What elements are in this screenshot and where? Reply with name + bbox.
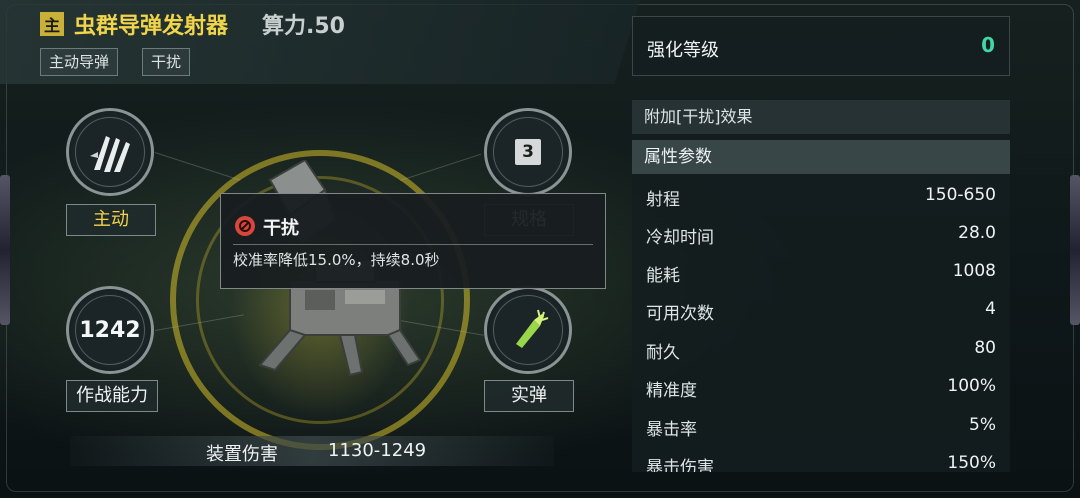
attr-key: 能耗 — [646, 266, 680, 286]
spec-count: 3 — [515, 139, 541, 165]
item-header: 主 虫群导弹发射器 算力.50 主动导弹 干扰 — [0, 0, 640, 86]
claw-icon — [90, 136, 130, 172]
attr-row-uses: 可用次数 4 — [632, 291, 1010, 329]
attr-key: 暴击伤害 — [646, 458, 714, 472]
extra-effect-text: 附加[干扰]效果 — [632, 100, 1010, 134]
attr-row-range: 射程 150-650 — [632, 177, 1010, 215]
attribute-header: 属性参数 — [632, 140, 1010, 174]
attribute-panel[interactable]: 附加[干扰]效果 属性参数 射程 150-650 冷却时间 28.0 能耗 10… — [632, 100, 1010, 472]
attr-value: 80 — [974, 338, 996, 358]
attr-key: 耐久 — [646, 343, 680, 363]
tooltip-title: 干扰 — [263, 218, 299, 239]
item-title: 虫群导弹发射器 — [74, 14, 229, 39]
attr-row-durability: 耐久 80 — [632, 330, 1010, 368]
attr-key: 射程 — [646, 190, 680, 210]
attr-key: 精准度 — [646, 381, 697, 401]
attr-value: 28.0 — [958, 223, 996, 243]
device-damage-bar — [70, 436, 554, 466]
tooltip-divider — [233, 244, 593, 245]
attr-row-crit-damage: 暴击伤害 150% — [632, 445, 1010, 472]
enhance-level-value: 0 — [981, 33, 995, 57]
bullet-icon — [516, 309, 549, 348]
device-damage-label: 装置伤害 — [206, 444, 278, 465]
active-node[interactable] — [66, 108, 154, 196]
right-edge-handle — [1070, 175, 1080, 325]
ammo-label: 实弹 — [484, 380, 574, 412]
interference-icon — [235, 216, 255, 236]
combat-power-label: 作战能力 — [66, 380, 158, 412]
left-edge-handle — [0, 175, 10, 325]
attr-value: 4 — [985, 299, 996, 319]
tooltip-description: 校准率降低15.0%，持续8.0秒 — [233, 251, 440, 269]
interference-tooltip: 干扰 校准率降低15.0%，持续8.0秒 — [220, 193, 606, 289]
attr-value: 150-650 — [924, 185, 996, 205]
power-value: 算力.50 — [262, 14, 345, 39]
attr-key: 冷却时间 — [646, 228, 714, 248]
attr-row-crit-rate: 暴击率 5% — [632, 407, 1010, 445]
attr-key: 暴击率 — [646, 420, 697, 440]
attr-row-accuracy: 精准度 100% — [632, 368, 1010, 406]
main-slot-badge: 主 — [40, 12, 64, 36]
attr-row-energy: 能耗 1008 — [632, 253, 1010, 291]
ammo-node[interactable] — [484, 286, 572, 374]
attr-key: 可用次数 — [646, 304, 714, 324]
enhance-level-box[interactable]: 强化等级 0 — [632, 16, 1010, 76]
combat-power-node[interactable]: 1242 — [66, 286, 154, 374]
tag-interference: 干扰 — [142, 48, 191, 76]
attr-value: 1008 — [952, 261, 996, 281]
device-damage-value: 1130-1249 — [328, 440, 427, 461]
combat-power-value: 1242 — [79, 317, 141, 343]
active-label: 主动 — [66, 204, 156, 236]
attr-value: 5% — [969, 415, 996, 435]
spec-node[interactable]: 3 — [484, 108, 572, 196]
attr-row-cooldown: 冷却时间 28.0 — [632, 215, 1010, 253]
tag-active-missile: 主动导弹 — [40, 48, 119, 76]
attr-value: 100% — [947, 376, 996, 396]
enhance-level-label: 强化等级 — [647, 40, 719, 61]
attr-value: 150% — [947, 453, 996, 472]
